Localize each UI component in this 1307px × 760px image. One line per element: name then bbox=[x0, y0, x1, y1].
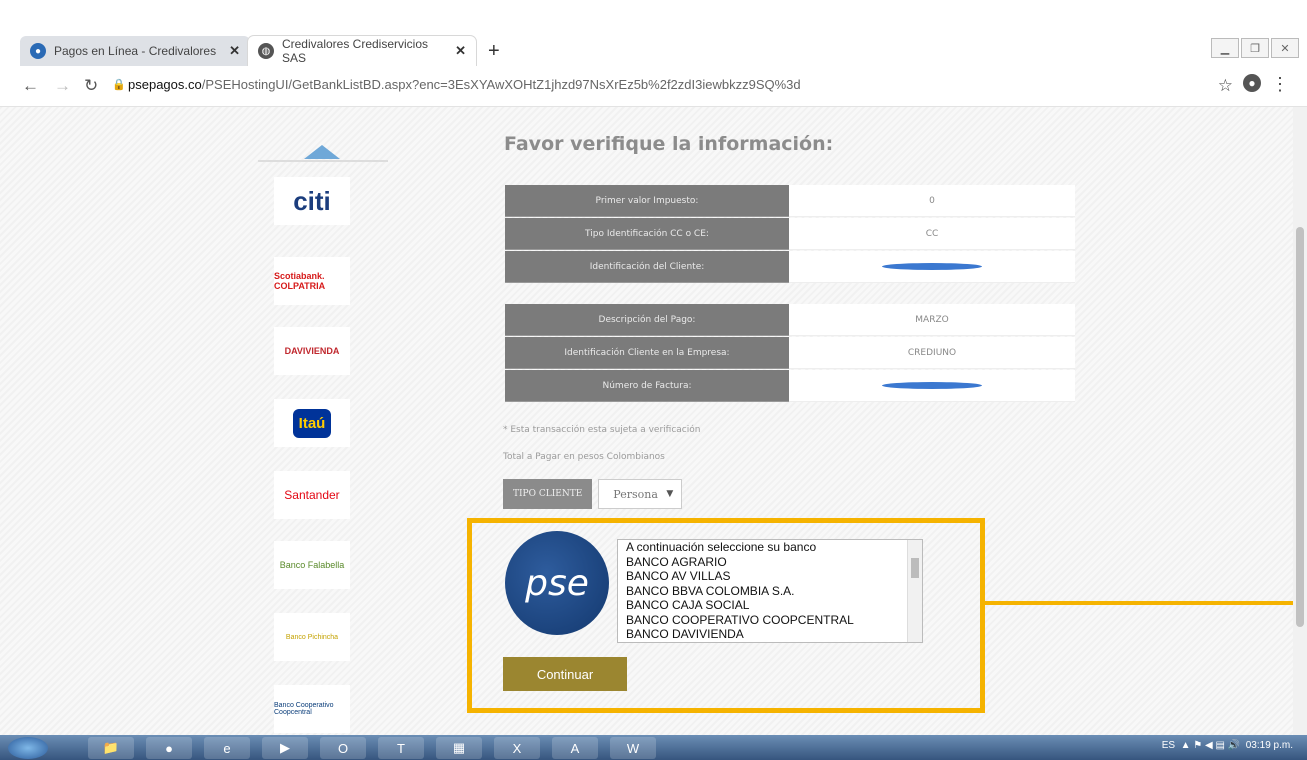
address-bar: ← → ↻ 🔒 psepagos.co/PSEHostingUI/GetBank… bbox=[0, 66, 1307, 107]
close-icon[interactable]: ✕ bbox=[229, 43, 240, 59]
forward-icon[interactable]: → bbox=[54, 76, 71, 96]
tipo-cliente-select[interactable]: Persona ▼ bbox=[598, 479, 683, 509]
info-row: Descripción del Pago: MARZO bbox=[505, 304, 1075, 336]
row-label: Identificación Cliente en la Empresa: bbox=[505, 337, 789, 369]
lock-icon: 🔒 bbox=[112, 79, 126, 91]
pdf-icon[interactable]: A bbox=[552, 737, 598, 759]
kebab-menu-icon[interactable]: ⋮ bbox=[1271, 74, 1289, 95]
rail-divider bbox=[258, 160, 388, 162]
scroll-thumb[interactable] bbox=[1296, 227, 1304, 627]
info-row: Identificación del Cliente: bbox=[505, 251, 1075, 283]
clock[interactable]: 03:19 p.m. bbox=[1246, 740, 1293, 751]
reload-icon[interactable]: ↻ bbox=[84, 76, 98, 96]
bank-logo-santander[interactable]: Santander bbox=[274, 471, 350, 519]
windows-taskbar: 📁 ● e ▶ O T ▦ X A W ES ▲ ⚑ ◀ ▤ 🔊 03:19 p… bbox=[0, 735, 1307, 760]
info-row: Número de Factura: bbox=[505, 370, 1075, 402]
bank-logo-citi[interactable]: citi bbox=[274, 177, 350, 225]
info-row: Primer valor Impuesto: 0 bbox=[505, 185, 1075, 217]
ie-icon[interactable]: e bbox=[204, 737, 250, 759]
bookmark-star-icon[interactable]: ☆ bbox=[1218, 76, 1233, 96]
tab-title: Credivalores Crediservicios SAS bbox=[281, 37, 429, 65]
tipo-cliente-group: TIPO CLIENTE Persona ▼ bbox=[503, 479, 683, 509]
tab-credivalores[interactable]: ◍ Credivalores Crediservicios SAS ✕ bbox=[248, 36, 476, 66]
row-label: Número de Factura: bbox=[505, 370, 789, 402]
account-icon[interactable]: ● bbox=[1243, 74, 1261, 92]
row-value: 0 bbox=[789, 185, 1075, 217]
bank-logo-pichincha[interactable]: Banco Pichincha bbox=[274, 613, 350, 661]
bank-logo-davivienda[interactable]: DAVIVIENDA bbox=[274, 327, 350, 375]
bank-logo-itau[interactable]: Itaú bbox=[274, 399, 350, 447]
bank-logo-falabella[interactable]: Banco Falabella bbox=[274, 541, 350, 589]
site-favicon-icon: ● bbox=[30, 43, 46, 59]
system-tray: ES ▲ ⚑ ◀ ▤ 🔊 03:19 p.m. bbox=[1161, 740, 1293, 751]
media-icon[interactable]: ▶ bbox=[262, 737, 308, 759]
redaction-mark bbox=[882, 263, 982, 270]
excel-icon[interactable]: X bbox=[494, 737, 540, 759]
row-value: CC bbox=[789, 218, 1075, 250]
restore-icon[interactable]: ❐ bbox=[1241, 38, 1269, 58]
outlook-icon[interactable]: O bbox=[320, 737, 366, 759]
row-value-redacted bbox=[789, 251, 1075, 283]
bank-logo-scotiabank[interactable]: Scotiabank. COLPATRIA bbox=[274, 257, 350, 305]
bank-logo-coopcentral[interactable]: Banco Cooperativo Coopcentral bbox=[274, 685, 350, 733]
browser-tab-strip: ● Pagos en Línea - Credivalores ✕ ◍ Cred… bbox=[0, 0, 1307, 66]
explorer-icon[interactable]: 📁 bbox=[88, 737, 134, 759]
language-indicator[interactable]: ES bbox=[1162, 740, 1175, 751]
tipo-cliente-value: Persona bbox=[613, 487, 658, 501]
teams-icon[interactable]: T bbox=[378, 737, 424, 759]
bank-logo-rail: citi Scotiabank. COLPATRIA DAVIVIENDA It… bbox=[258, 107, 388, 735]
tab-title: Pagos en Línea - Credivalores bbox=[54, 44, 217, 58]
globe-icon: ◍ bbox=[258, 43, 274, 59]
total-note: Total a Pagar en pesos Colombianos bbox=[503, 452, 665, 462]
url-field[interactable]: psepagos.co/PSEHostingUI/GetBankListBD.a… bbox=[128, 77, 801, 92]
minimize-icon[interactable]: ▁ bbox=[1211, 38, 1239, 58]
chrome-icon[interactable]: ● bbox=[146, 737, 192, 759]
row-value: CREDIUNO bbox=[789, 337, 1075, 369]
chevron-down-icon: ▼ bbox=[666, 489, 674, 499]
back-icon[interactable]: ← bbox=[22, 76, 39, 96]
highlight-connector-line bbox=[985, 601, 1307, 605]
info-row: Identificación Cliente en la Empresa: CRE… bbox=[505, 337, 1075, 369]
start-button-icon[interactable] bbox=[8, 737, 48, 759]
row-label: Descripción del Pago: bbox=[505, 304, 789, 336]
page-scrollbar[interactable] bbox=[1293, 107, 1307, 735]
highlight-box bbox=[467, 518, 985, 713]
url-path: /PSEHostingUI/GetBankListBD.aspx?enc=3Es… bbox=[201, 77, 801, 92]
calendar-icon[interactable]: ▦ bbox=[436, 737, 482, 759]
scroll-up-arrow-icon[interactable] bbox=[304, 145, 340, 159]
row-value: MARZO bbox=[789, 304, 1075, 336]
close-icon[interactable]: ✕ bbox=[455, 43, 466, 59]
window-controls: ▁ ❐ ✕ bbox=[1211, 38, 1299, 58]
tipo-cliente-label: TIPO CLIENTE bbox=[503, 479, 593, 509]
verification-note: * Esta transacción esta sujeta a verific… bbox=[503, 425, 701, 435]
info-row: Tipo Identificación CC o CE: CC bbox=[505, 218, 1075, 250]
page-title: Favor verifique la información: bbox=[504, 133, 834, 155]
row-label: Tipo Identificación CC o CE: bbox=[505, 218, 789, 250]
row-label: Primer valor Impuesto: bbox=[505, 185, 789, 217]
tab-pagos-en-linea[interactable]: ● Pagos en Línea - Credivalores ✕ bbox=[20, 36, 250, 66]
itau-mark: Itaú bbox=[292, 408, 332, 438]
row-label: Identificación del Cliente: bbox=[505, 251, 789, 283]
redaction-mark bbox=[882, 382, 982, 389]
word-icon[interactable]: W bbox=[610, 737, 656, 759]
row-value-redacted bbox=[789, 370, 1075, 402]
new-tab-button[interactable]: + bbox=[488, 40, 500, 63]
url-host: psepagos.co bbox=[128, 77, 202, 92]
close-window-icon[interactable]: ✕ bbox=[1271, 38, 1299, 58]
